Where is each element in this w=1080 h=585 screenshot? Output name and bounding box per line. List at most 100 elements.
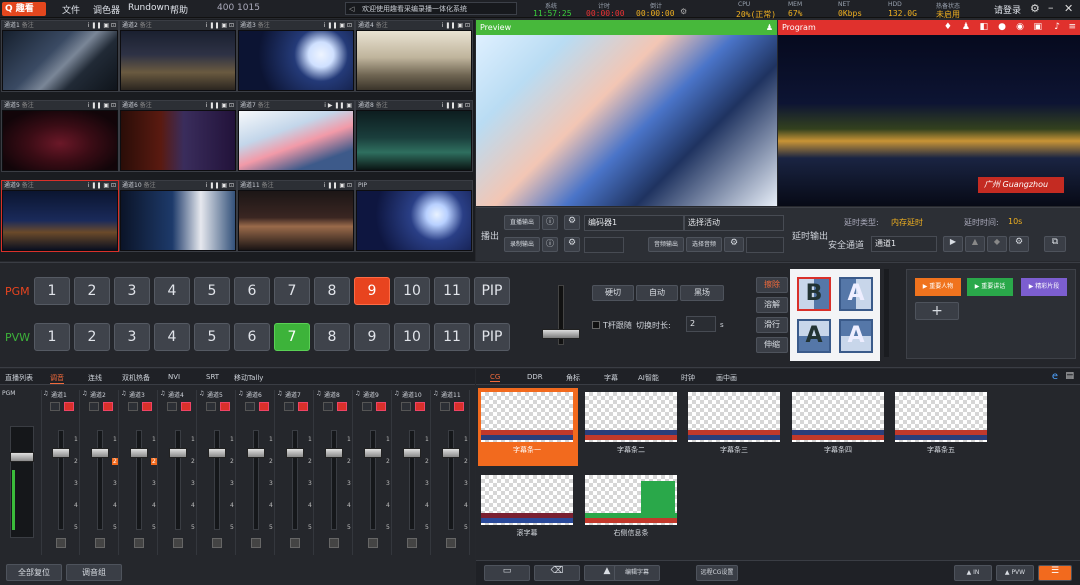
mute-icon[interactable]: ◧ [979, 20, 988, 35]
channel-settings-icon[interactable] [134, 538, 144, 548]
pgm-button-2[interactable]: 2 [74, 277, 110, 305]
tab-mixer[interactable]: 调音 [50, 373, 64, 384]
channel-fader-knob[interactable] [208, 448, 226, 458]
edit-subtitle-button[interactable]: 编辑字幕 [614, 565, 660, 581]
person-icon[interactable]: ♟ [766, 20, 773, 35]
mixer-group-button[interactable]: 调音组 [66, 564, 122, 581]
source-cell-10[interactable]: 通道10 备注 i ❚❚ ▣ ⊡ [119, 180, 237, 252]
source-cell-7[interactable]: 通道7 备注 i ▶ ❚❚ ▣ [237, 100, 355, 172]
black-button[interactable]: 黑场 [680, 285, 724, 301]
mute-toggle[interactable] [167, 402, 177, 411]
channel-settings-icon[interactable] [95, 538, 105, 548]
speaker-icon[interactable] [259, 402, 269, 411]
wipe-preset-4[interactable]: A [839, 319, 873, 353]
channel-settings-icon[interactable] [446, 538, 456, 548]
pvw-button-2[interactable]: 2 [74, 323, 110, 351]
menu-rundown[interactable]: Rundown [128, 3, 170, 13]
cg-pvw-button[interactable]: ▲ PVW [996, 565, 1034, 581]
cg-item-6[interactable]: 滚字幕 [481, 475, 573, 543]
source-cell-4[interactable]: 通道4 备注 i ❚❚ ▣ ⊡ [355, 20, 473, 92]
headphone-icon[interactable]: ♫ [199, 390, 204, 397]
channel-fader-knob[interactable] [442, 448, 460, 458]
channel-settings-icon[interactable] [407, 538, 417, 548]
master-fader-knob[interactable] [10, 452, 34, 462]
source-controls-icon[interactable]: i ❚❚ ▣ ⊡ [324, 21, 352, 30]
headphone-icon[interactable]: ♫ [121, 390, 126, 397]
source-cell-2[interactable]: 通道2 备注 i ❚❚ ▣ ⊡ [119, 20, 237, 92]
speaker-icon[interactable] [220, 402, 230, 411]
headphone-icon[interactable]: ♫ [355, 390, 360, 397]
wipe-preset-1[interactable]: B [797, 277, 831, 311]
tab-ai[interactable]: AI智能 [638, 373, 659, 383]
mute-toggle[interactable] [50, 402, 60, 411]
pvw-button-6[interactable]: 6 [234, 323, 270, 351]
channel-fader-knob[interactable] [403, 448, 421, 458]
channel-fader-knob[interactable] [286, 448, 304, 458]
source-controls-icon[interactable]: i ❚❚ ▣ ⊡ [324, 181, 352, 190]
remote-cg-button[interactable]: 远程CG设置 [696, 565, 738, 581]
pvw-button-9[interactable]: 9 [354, 323, 390, 351]
tab-hot-backup[interactable]: 双机热备 [122, 373, 150, 383]
channel-settings-icon[interactable] [329, 538, 339, 548]
headphone-icon[interactable]: ♫ [277, 390, 282, 397]
record-path-field[interactable] [584, 237, 624, 253]
menu-help[interactable]: 帮助 [170, 3, 188, 16]
pvw-button-3[interactable]: 3 [114, 323, 150, 351]
source-controls-icon[interactable]: i ❚❚ ▣ ⊡ [88, 181, 116, 190]
overlay-button-1[interactable]: ▶ 重要人物 [915, 278, 961, 296]
cg-item-4[interactable]: 字幕条四 [792, 392, 884, 460]
speaker-icon[interactable] [454, 402, 464, 411]
channel-settings-icon[interactable] [173, 538, 183, 548]
mute-toggle[interactable] [89, 402, 99, 411]
source-cell-3[interactable]: 通道3 备注 i ❚❚ ▣ ⊡ [237, 20, 355, 92]
cg-item-7[interactable]: 右侧信息条 [585, 475, 677, 543]
overlay-button-2[interactable]: ▶ 重要讲话 [967, 278, 1013, 296]
effect-dissolve[interactable]: 溶解 [756, 297, 788, 313]
select-audio-button[interactable]: 选择音频 [686, 237, 722, 252]
source-cell-1[interactable]: 通道1 备注 i ❚❚ ▣ ⊡ [1, 20, 119, 92]
mute-toggle[interactable] [323, 402, 333, 411]
headphone-icon[interactable]: ♫ [238, 390, 243, 397]
pvw-button-5[interactable]: 5 [194, 323, 230, 351]
channel-fader-knob[interactable] [247, 448, 265, 458]
pgm-button-8[interactable]: 8 [314, 277, 350, 305]
pgm-button-1[interactable]: 1 [34, 277, 70, 305]
overlay-button-3[interactable]: ▶ 精彩片段 [1021, 278, 1067, 296]
menu-color[interactable]: 调色器 [93, 3, 120, 16]
pvw-button-11[interactable]: 11 [434, 323, 470, 351]
gear-icon[interactable]: ⚙ [564, 215, 580, 230]
headphone-icon[interactable]: ♫ [394, 390, 399, 397]
channel-settings-icon[interactable] [212, 538, 222, 548]
pin-icon[interactable]: ♦ [944, 20, 952, 35]
shield-icon[interactable]: ◆ [987, 236, 1007, 252]
live-output-button[interactable]: 直播输出 [504, 215, 540, 230]
source-controls-icon[interactable]: i ❚❚ ▣ ⊡ [442, 21, 470, 30]
speaker-icon[interactable] [415, 402, 425, 411]
window-icon[interactable]: ⧉ [1044, 236, 1066, 252]
record-output-button[interactable]: 录制输出 [504, 237, 540, 252]
source-cell-11[interactable]: 通道11 备注 i ❚❚ ▣ ⊡ [237, 180, 355, 252]
folder-icon[interactable]: ▭ [484, 565, 530, 581]
headphone-icon[interactable]: ♫ [160, 390, 165, 397]
pvw-button-1[interactable]: 1 [34, 323, 70, 351]
mute-toggle[interactable] [245, 402, 255, 411]
channel-settings-icon[interactable] [368, 538, 378, 548]
gear-icon[interactable]: ⚙ [1009, 236, 1029, 252]
menu-file[interactable]: 文件 [62, 3, 80, 16]
headphone-icon[interactable]: ♫ [433, 390, 438, 397]
tab-nvi[interactable]: NVI [168, 373, 180, 381]
channel-settings-icon[interactable] [56, 538, 66, 548]
mute-toggle[interactable] [284, 402, 294, 411]
tab-clock[interactable]: 时钟 [681, 373, 695, 383]
speaker-icon[interactable] [64, 402, 74, 411]
close-icon[interactable]: ✕ [1064, 2, 1073, 15]
hard-cut-button[interactable]: 硬切 [592, 285, 634, 301]
info-icon[interactable]: ⓘ [542, 237, 558, 252]
monitor-icon[interactable]: ▣ [1033, 20, 1042, 35]
duration-input[interactable]: 2 [686, 316, 716, 332]
effect-stretch[interactable]: 伸缩 [756, 337, 788, 353]
mute-toggle[interactable] [362, 402, 372, 411]
pvw-button-8[interactable]: 8 [314, 323, 350, 351]
speaker-icon[interactable] [337, 402, 347, 411]
tab-ddr[interactable]: DDR [527, 373, 543, 381]
